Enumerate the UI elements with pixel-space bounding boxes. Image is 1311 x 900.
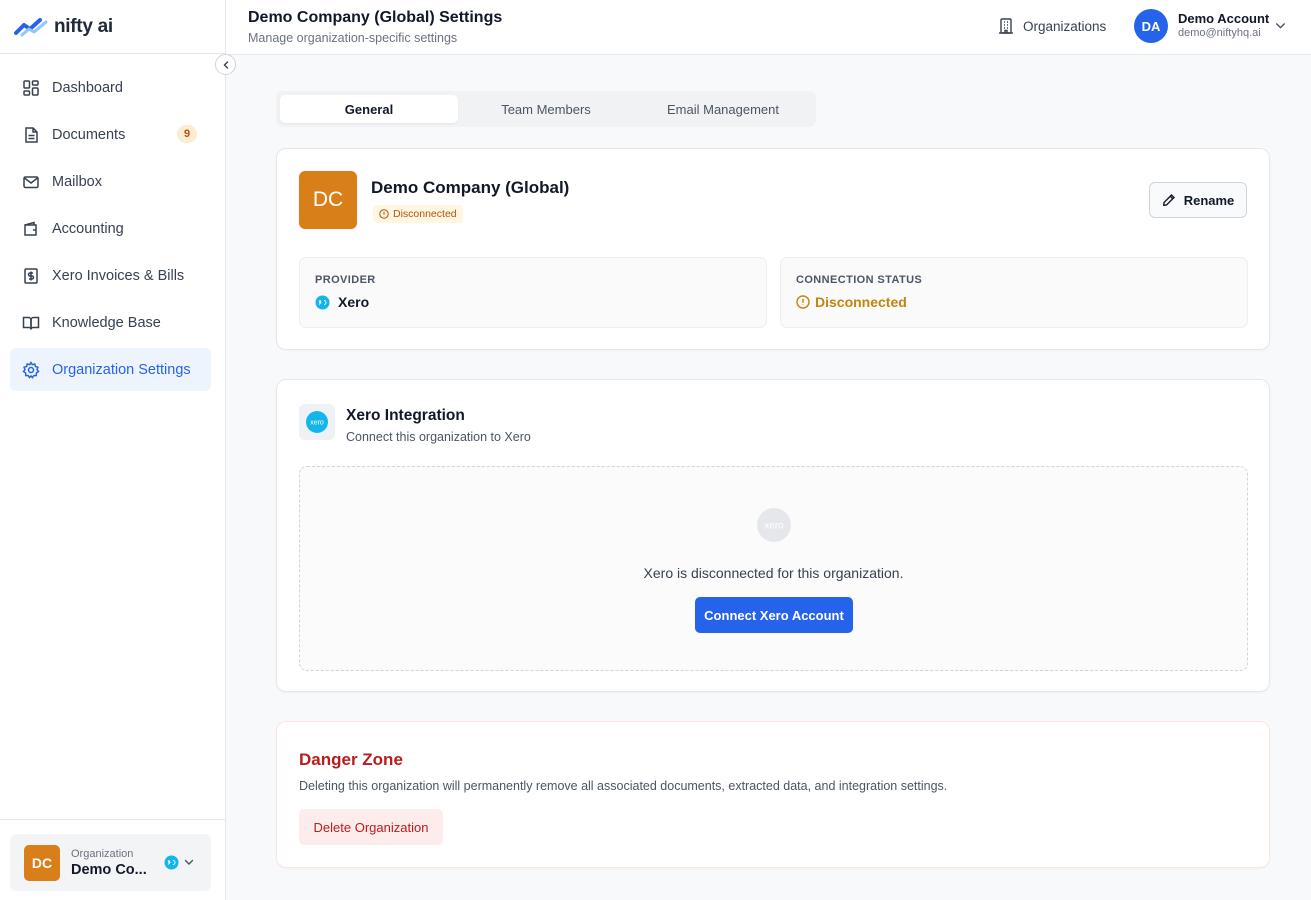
- sidebar-item-xero-invoices-bills[interactable]: Xero Invoices & Bills: [10, 254, 211, 297]
- connection-status-text: Disconnected: [815, 294, 907, 310]
- integration-empty-state: xero Xero is disconnected for this organ…: [299, 466, 1248, 671]
- settings-tabs: General Team Members Email Management: [276, 91, 816, 127]
- page-subtitle: Manage organization-specific settings: [248, 31, 458, 45]
- sidebar: nifty ai Dashboard Documents 9 Mailbox A…: [0, 0, 226, 900]
- org-meta: Organization Demo Co...: [71, 848, 147, 878]
- sidebar-nav: Dashboard Documents 9 Mailbox Accounting: [0, 66, 225, 391]
- sidebar-item-knowledge-base[interactable]: Knowledge Base: [10, 301, 211, 344]
- organization-avatar: DC: [299, 171, 357, 229]
- xero-logo-tile: xero: [299, 404, 335, 440]
- sidebar-item-organization-settings[interactable]: Organization Settings: [10, 348, 211, 391]
- status-badge-label: Disconnected: [393, 208, 457, 220]
- disconnected-message: Xero is disconnected for this organizati…: [643, 565, 904, 581]
- connect-xero-button[interactable]: Connect Xero Account: [695, 597, 853, 633]
- danger-zone-title: Danger Zone: [299, 750, 403, 769]
- chevron-left-icon: [223, 60, 228, 69]
- sidebar-item-label: Accounting: [52, 220, 124, 237]
- organization-name: Demo Company (Global): [371, 178, 570, 197]
- org-name: Demo Co...: [71, 861, 147, 878]
- nifty-logo-icon: [14, 17, 48, 36]
- rename-button[interactable]: Rename: [1149, 182, 1247, 218]
- xero-logo-text: xero: [310, 420, 324, 427]
- user-avatar[interactable]: DA: [1134, 9, 1168, 43]
- xero-integration-card: xero Xero Integration Connect this organ…: [276, 379, 1270, 692]
- documents-count-badge: 9: [177, 125, 197, 143]
- org-avatar: DC: [24, 844, 60, 881]
- document-icon: [25, 126, 38, 143]
- sidebar-item-mailbox[interactable]: Mailbox: [10, 160, 211, 203]
- logo[interactable]: nifty ai: [0, 0, 225, 54]
- sidebar-item-label: Organization Settings: [52, 361, 191, 378]
- sidebar-item-label: Xero Invoices & Bills: [52, 267, 185, 284]
- user-name: Demo Account: [1178, 11, 1270, 26]
- collapse-sidebar-button[interactable]: [215, 54, 236, 75]
- wallet-icon: [24, 221, 37, 236]
- alert-circle-icon: [379, 209, 389, 219]
- connection-status-box: CONNECTION STATUS Disconnected: [780, 257, 1248, 328]
- sidebar-item-dashboard[interactable]: Dashboard: [10, 66, 211, 109]
- sidebar-item-documents[interactable]: Documents 9: [10, 113, 211, 156]
- top-bar: Demo Company (Global) Settings Manage or…: [226, 0, 1311, 55]
- sidebar-item-label: Knowledge Base: [52, 314, 161, 331]
- pencil-icon: [1162, 194, 1175, 207]
- danger-zone-card: Danger Zone Deleting this organization w…: [276, 721, 1270, 868]
- sidebar-item-label: Mailbox: [52, 173, 102, 190]
- connection-status-value: Disconnected: [796, 294, 907, 310]
- chevron-down-icon: [184, 859, 194, 865]
- xero-logo-icon: xero: [757, 508, 791, 542]
- integration-title: Xero Integration: [346, 407, 465, 424]
- sidebar-footer: DC Organization Demo Co...: [0, 819, 225, 900]
- sidebar-item-accounting[interactable]: Accounting: [10, 207, 211, 250]
- provider-value: Xero: [315, 294, 369, 310]
- dollar-receipt-icon: [24, 267, 38, 284]
- chevron-down-icon[interactable]: [1274, 19, 1287, 32]
- xero-logo-icon: [164, 855, 179, 870]
- alert-circle-icon: [796, 295, 810, 309]
- integration-subtitle: Connect this organization to Xero: [346, 430, 531, 444]
- tab-email-management[interactable]: Email Management: [634, 95, 812, 123]
- org-caption: Organization: [71, 847, 134, 860]
- rename-label: Rename: [1183, 192, 1235, 208]
- page-title: Demo Company (Global) Settings: [248, 9, 503, 26]
- organization-switcher[interactable]: DC Organization Demo Co...: [10, 834, 211, 891]
- tab-general[interactable]: General: [280, 95, 458, 123]
- organizations-label: Organizations: [1023, 18, 1107, 34]
- organizations-link[interactable]: Organizations: [997, 17, 1106, 35]
- status-badge: Disconnected: [373, 205, 463, 223]
- provider-box: PROVIDER Xero: [299, 257, 767, 328]
- xero-logo-icon: [315, 295, 330, 309]
- xero-logo-text: xero: [764, 521, 784, 532]
- provider-label: PROVIDER: [315, 274, 376, 286]
- sidebar-item-label: Dashboard: [52, 79, 123, 96]
- danger-zone-description: Deleting this organization will permanen…: [299, 779, 948, 793]
- xero-logo-icon: xero: [306, 411, 328, 433]
- user-email: demo@niftyhq.ai: [1178, 27, 1261, 39]
- book-icon: [22, 316, 40, 330]
- connection-status-label: CONNECTION STATUS: [796, 274, 923, 286]
- gear-icon: [22, 360, 40, 379]
- mail-icon: [23, 175, 39, 188]
- tab-team-members[interactable]: Team Members: [457, 95, 635, 123]
- dashboard-icon: [23, 79, 39, 96]
- organization-card: DC Demo Company (Global) Disconnected Re…: [276, 148, 1270, 350]
- provider-name: Xero: [338, 294, 370, 310]
- delete-organization-button[interactable]: Delete Organization: [299, 809, 443, 845]
- logo-text: nifty ai: [54, 15, 113, 37]
- building-icon: [999, 18, 1013, 34]
- sidebar-item-label: Documents: [52, 126, 126, 143]
